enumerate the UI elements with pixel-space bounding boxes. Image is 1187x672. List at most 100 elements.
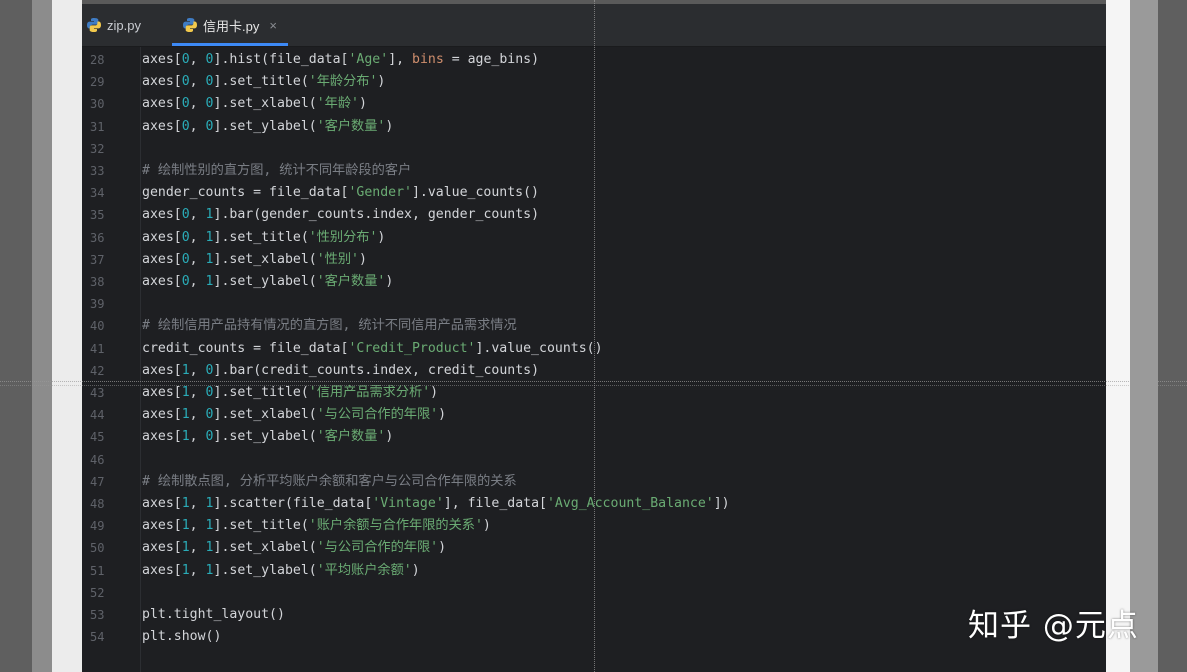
code-token: 0 xyxy=(205,118,214,134)
code-token: , xyxy=(189,207,206,223)
code-token: , xyxy=(189,407,206,423)
outer-frame-right-gray xyxy=(1130,0,1158,672)
code-token: ].set_ylabel( xyxy=(213,562,317,578)
code-token: 1 xyxy=(205,562,214,578)
line-number: 53 xyxy=(90,608,105,622)
code-token: 0 xyxy=(181,74,190,90)
code-text: axes[0, 0].hist(file_data['Age'], bins =… xyxy=(142,49,539,71)
code-token: ].value_counts() xyxy=(411,185,540,201)
code-token: ]) xyxy=(713,496,730,511)
code-token: ) xyxy=(358,251,367,267)
code-token: ].set_xlabel( xyxy=(213,251,317,267)
code-token: ].set_ylabel( xyxy=(213,274,317,289)
code-token: ].hist(file_data[ xyxy=(213,52,349,67)
code-token: 1 xyxy=(205,229,214,245)
line-number: 52 xyxy=(90,585,105,600)
line-number: 37 xyxy=(90,252,105,267)
code-token: '性别' xyxy=(316,251,359,267)
code-token: axes[ xyxy=(142,385,182,400)
tab-zip-py[interactable]: zip.py xyxy=(82,4,168,46)
code-token: gender_counts = file_data[ xyxy=(142,185,349,201)
code-text: axes[0, 0].set_ylabel('客户数量') xyxy=(142,116,393,138)
code-token: , xyxy=(189,562,206,578)
code-token: '平均账户余额' xyxy=(316,562,412,578)
code-token: ) xyxy=(438,540,447,556)
code-token: , xyxy=(189,362,206,378)
code-text: axes[1, 1].set_ylabel('平均账户余额') xyxy=(142,560,420,582)
code-text: axes[1, 1].set_title('账户余额与合作年限的关系') xyxy=(142,515,491,537)
code-token: # 绘制性别的直方图, 统计不同年龄段的客户 xyxy=(142,163,412,178)
code-token: 1 xyxy=(181,562,190,578)
code-text: axes[0, 0].set_title('年龄分布') xyxy=(142,71,385,93)
line-number: 51 xyxy=(90,563,105,578)
code-token: 1 xyxy=(205,540,214,556)
close-icon[interactable]: × xyxy=(269,18,277,33)
code-token: , xyxy=(189,496,206,511)
code-text: axes[1, 0].bar(credit_counts.index, cred… xyxy=(142,360,539,382)
code-token: axes[ xyxy=(142,251,182,267)
line-number: 40 xyxy=(90,319,105,334)
outer-frame-right-light xyxy=(1106,0,1130,672)
code-token: ].set_title( xyxy=(213,229,309,245)
code-token: 0 xyxy=(181,207,190,223)
line-number: 28 xyxy=(90,53,105,67)
code-token: ].set_title( xyxy=(213,74,309,90)
outer-frame-left xyxy=(0,0,32,672)
code-token: , xyxy=(189,74,206,90)
line-number: 54 xyxy=(90,630,105,645)
code-token: ].set_xlabel( xyxy=(213,540,317,556)
line-number: 46 xyxy=(90,452,105,467)
code-token: 1 xyxy=(205,251,214,267)
code-token: '与公司合作的年限' xyxy=(316,540,439,556)
code-token: 1 xyxy=(205,496,214,511)
code-token: 0 xyxy=(205,385,214,400)
code-token: ) xyxy=(377,229,386,245)
line-number: 47 xyxy=(90,474,105,489)
line-number: 41 xyxy=(90,341,105,356)
code-token: axes[ xyxy=(142,52,182,67)
code-token: , xyxy=(189,251,206,267)
code-token: bins xyxy=(412,52,444,67)
tab-credit-card-py[interactable]: 信用卡.py × xyxy=(168,4,288,46)
tab-label: 信用卡.py xyxy=(203,18,260,34)
code-text: axes[0, 0].set_xlabel('年龄') xyxy=(142,93,367,115)
code-token: , xyxy=(189,274,206,289)
code-token: 'Avg_Account_Balance' xyxy=(546,496,714,511)
code-token: 1 xyxy=(205,518,214,534)
line-number: 33 xyxy=(90,164,105,178)
code-text: axes[0, 1].set_title('性别分布') xyxy=(142,227,385,249)
line-number: 29 xyxy=(90,75,105,90)
code-token: 0 xyxy=(205,96,214,112)
code-text: # 绘制散点图, 分析平均账户余额和客户与公司合作年限的关系 xyxy=(142,471,517,493)
code-token: 1 xyxy=(181,518,190,534)
outer-frame-left-light xyxy=(52,0,82,672)
code-token: '与公司合作的年限' xyxy=(316,407,439,423)
code-token: 0 xyxy=(181,96,190,112)
python-file-icon xyxy=(183,18,197,32)
code-token: ].bar(credit_counts.index, credit_counts… xyxy=(213,362,540,378)
code-token: axes[ xyxy=(142,518,182,534)
code-text: axes[1, 0].set_ylabel('客户数量') xyxy=(142,426,393,448)
watermark: 知乎 @元点 xyxy=(968,608,1139,644)
code-token: ], file_data[ xyxy=(443,496,547,511)
outer-frame-left-gray xyxy=(32,0,52,672)
code-token: # 绘制散点图, 分析平均账户余额和客户与公司合作年限的关系 xyxy=(142,473,517,489)
line-number: 35 xyxy=(90,208,105,223)
line-number: 45 xyxy=(90,430,105,445)
code-token: '账户余额与合作年限的关系' xyxy=(308,518,483,534)
line-number: 44 xyxy=(90,408,105,423)
code-token: 1 xyxy=(181,540,190,556)
code-token: = age_bins) xyxy=(443,52,540,67)
code-token: , xyxy=(189,540,206,556)
code-token: 0 xyxy=(181,52,190,67)
line-number: 49 xyxy=(90,519,105,534)
code-token: , xyxy=(189,96,206,112)
code-text: axes[0, 1].bar(gender_counts.index, gend… xyxy=(142,204,539,226)
code-text: plt.show() xyxy=(142,626,221,648)
line-number: 36 xyxy=(90,230,105,245)
guide-line-vertical xyxy=(594,0,595,672)
code-token: axes[ xyxy=(142,362,182,378)
code-token: 0 xyxy=(181,274,190,289)
code-token: '年龄' xyxy=(316,96,359,112)
code-token: 1 xyxy=(181,385,190,400)
